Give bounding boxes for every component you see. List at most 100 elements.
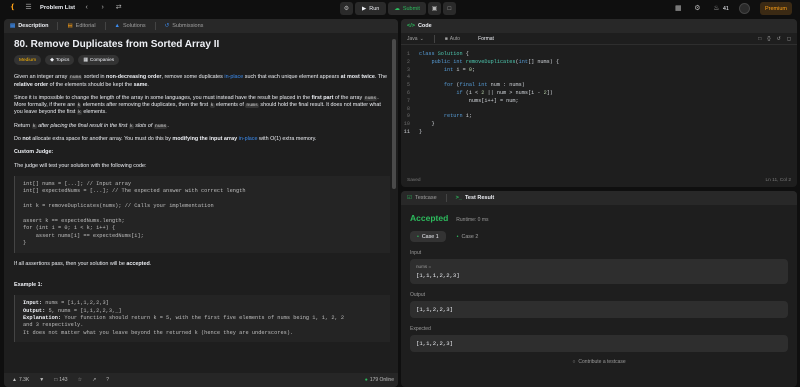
code-header: </> Code [401, 19, 797, 33]
expected-box: [1,1,2,2,3] [410, 335, 788, 352]
comment-icon: □ [54, 377, 58, 383]
thumbs-down-icon[interactable]: ▼ [39, 377, 44, 383]
paragraph-2: Since it is impossible to change the len… [14, 94, 381, 116]
input-label: Input [410, 250, 422, 256]
bookmark-icon[interactable]: □ [758, 36, 761, 42]
contribute-testcase-link[interactable]: ○ Contribute a testcase [410, 359, 788, 365]
thumbs-up-icon: ▲ [12, 377, 17, 383]
var-label: nums = [416, 264, 432, 269]
companies-tag[interactable]: ▦ Companies [78, 55, 120, 66]
upload-icon: ☁ [394, 5, 400, 12]
output-label: Output [410, 292, 426, 298]
tab-testcase[interactable]: ☑ Testcase [407, 195, 437, 201]
streak-counter[interactable]: ♨ 41 [712, 4, 729, 13]
like-button[interactable]: ▲ 7.3K [12, 377, 29, 383]
online-count: ● 179 Online [364, 377, 394, 383]
tab-description[interactable]: ▤ Description [10, 23, 48, 29]
problem-description: 80. Remove Duplicates from Sorted Array … [14, 39, 390, 350]
description-panel: ▤ Description ▤ Editorial ▲ Solutions ↺ Subm… [4, 19, 398, 387]
flask-icon: ▲ [114, 23, 120, 29]
checkbox-icon: ☑ [407, 195, 412, 201]
editor-toolbar: Java ⌄ ■ Auto Format □ {} ↺ ◻ [401, 33, 797, 45]
difficulty-badge[interactable]: Medium [14, 55, 42, 66]
cursor-position: Ln 11, Col 2 [765, 178, 791, 183]
dot-icon: • [456, 233, 459, 240]
paragraph-1: Given an integer array nums sorted in no… [14, 74, 388, 88]
scrollbar[interactable] [392, 39, 396, 189]
paragraph-3: Return k after placing the final result … [14, 122, 169, 129]
page-title: 80. Remove Duplicates from Sorted Array … [14, 39, 220, 50]
tab-case-2[interactable]: • Case 2 [450, 231, 486, 242]
accept-text: If all assertions pass, then your soluti… [14, 260, 152, 267]
description-tabs: ▤ Description ▤ Editorial ▲ Solutions ↺ Subm… [4, 19, 398, 33]
chat-icon: □ [447, 5, 452, 12]
submit-button[interactable]: ☁ Submit [388, 2, 426, 15]
bug-icon: ⚙ [343, 6, 350, 12]
top-bar: ❴ ☰ Problem List ‹ › ⇄ ⚙ ▶ Run ☁ Submit ▣ … [0, 0, 800, 17]
braces-icon[interactable]: {} [767, 36, 770, 42]
output-box: [1,1,2,2,3] [410, 301, 788, 318]
star-icon[interactable]: ☆ [78, 377, 82, 383]
example-title: Example 1: [14, 281, 43, 288]
tab-test-result[interactable]: >_ Test Result [456, 195, 495, 201]
shuffle-icon[interactable]: ⇄ [114, 3, 123, 12]
tab-case-1[interactable]: • Case 1 [410, 231, 446, 242]
book-icon: ▤ [67, 23, 73, 29]
judge-text: The judge will test your solution with t… [14, 162, 147, 169]
status-badge: Accepted [410, 213, 449, 223]
history-icon: ↺ [164, 23, 170, 29]
test-panel: ☑ Testcase >_ Test Result Accepted Runtime… [401, 191, 797, 387]
topics-tag[interactable]: ◆ Topics [45, 55, 75, 66]
chevron-down-icon: ⌄ [419, 35, 424, 42]
prev-problem-icon[interactable]: ‹ [82, 3, 91, 12]
chat-button[interactable]: □ [442, 2, 456, 15]
reset-icon[interactable]: ↺ [777, 36, 781, 42]
input-value: [1,1,1,2,2,3] [416, 272, 460, 279]
help-icon[interactable]: ? [106, 377, 109, 383]
tag-icon: ◆ [50, 57, 54, 63]
share-icon[interactable]: ↗ [92, 377, 96, 383]
language-select[interactable]: Java ⌄ [407, 36, 424, 42]
debug-button[interactable]: ⚙ [340, 2, 353, 15]
description-footer: ▲ 7.3K ▼ □ 143 ☆ ↗ ? ● 179 Online [4, 373, 398, 387]
case-tabs: • Case 1 • Case 2 [410, 231, 788, 242]
layout-icon[interactable]: ▦ [674, 4, 683, 13]
fullscreen-icon[interactable]: ◻ [787, 36, 791, 42]
example-block: Input: nums = [1,1,1,2,2,3] Output: 5, n… [14, 295, 390, 343]
logo-icon[interactable]: ❴ [8, 3, 17, 12]
code-icon: </> [407, 23, 415, 29]
tab-code[interactable]: </> Code [407, 23, 432, 29]
document-icon: ▤ [10, 23, 16, 29]
auto-toggle[interactable]: ■ Auto [445, 36, 460, 42]
editor-status: Saved Ln 11, Col 2 [407, 178, 791, 183]
play-icon: ▶ [362, 5, 367, 12]
judge-title: Custom Judge: [14, 149, 54, 156]
format-button[interactable]: Format [478, 36, 494, 42]
problem-list-icon[interactable]: ☰ [24, 3, 33, 12]
terminal-icon: >_ [455, 195, 462, 201]
lock-icon: ■ [444, 35, 448, 42]
problem-list-link[interactable]: Problem List [40, 5, 75, 11]
tab-solutions[interactable]: ▲ Solutions [115, 23, 146, 29]
premium-button[interactable]: Premium [759, 2, 792, 15]
notes-icon: ▣ [431, 6, 438, 12]
next-problem-icon[interactable]: › [98, 3, 107, 12]
notes-button[interactable]: ▣ [427, 2, 441, 15]
paragraph-4: Do not allocate extra space for another … [14, 136, 317, 143]
code-editor[interactable]: 1 class Solution { 2 public int removeDup… [401, 45, 797, 137]
runtime-text: Runtime: 0 ms [456, 217, 489, 223]
avatar[interactable] [738, 3, 750, 14]
result-summary: Accepted Runtime: 0 ms [410, 213, 788, 223]
dot-icon: • [417, 233, 419, 240]
tab-submissions[interactable]: ↺ Submissions [165, 23, 204, 29]
input-box: nums = [1,1,1,2,2,3] [410, 259, 788, 284]
contribute-icon: ○ [572, 359, 576, 365]
online-dot-icon: ● [364, 377, 368, 383]
settings-icon[interactable]: ⚙ [693, 4, 702, 13]
expected-label: Expected [410, 326, 431, 332]
run-button[interactable]: ▶ Run [355, 2, 387, 15]
judge-code-block: int[] nums = [...]; // Input array int[]… [14, 175, 390, 253]
saved-status: Saved [407, 178, 421, 183]
tab-editorial[interactable]: ▤ Editorial [67, 23, 95, 29]
comments-button[interactable]: □ 143 [54, 377, 67, 383]
